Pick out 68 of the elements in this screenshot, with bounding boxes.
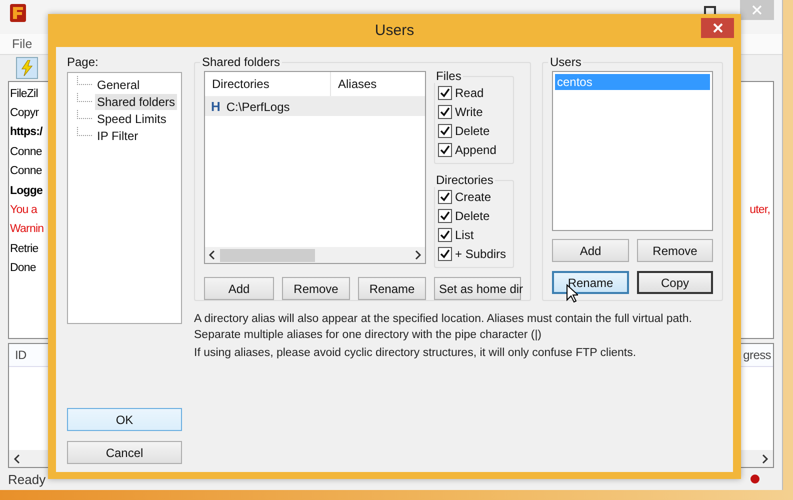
status-icon <box>750 474 760 484</box>
status-text: Ready <box>8 472 46 486</box>
folder-button[interactable]: Add <box>204 277 274 300</box>
checkbox[interactable] <box>438 208 452 222</box>
folder-button[interactable]: Rename <box>358 277 426 300</box>
checkbox[interactable] <box>438 86 452 100</box>
log-line: You a <box>10 204 37 216</box>
log-line: https:/ <box>10 126 42 138</box>
checkbox[interactable] <box>438 190 452 204</box>
scroll-left-icon[interactable] <box>13 454 21 464</box>
log-line: Conne <box>10 146 42 158</box>
checkbox[interactable] <box>438 104 452 118</box>
user-button[interactable]: Copy <box>637 271 713 294</box>
dialog-button[interactable]: Cancel <box>67 441 182 464</box>
checkbox-label: List <box>455 228 474 242</box>
user-button[interactable]: Remove <box>637 239 713 262</box>
checkbox[interactable] <box>438 228 452 242</box>
page-label: Page: <box>67 55 100 69</box>
tree-item[interactable]: IP Filter <box>95 128 140 144</box>
checkbox-label: + Subdirs <box>455 246 506 260</box>
column-header[interactable]: Aliases <box>331 72 377 96</box>
scroll-left-icon[interactable] <box>208 250 216 260</box>
group-title: Files <box>435 69 462 83</box>
scroll-right-icon[interactable] <box>761 454 769 464</box>
group-title: Users <box>549 55 582 69</box>
checkbox-label: Delete <box>455 124 490 138</box>
checkbox-label: Create <box>455 190 492 204</box>
group-title: Shared folders <box>201 55 282 69</box>
tree-item[interactable]: General <box>95 76 142 92</box>
log-line: Logge <box>10 184 42 197</box>
menu-item[interactable]: File <box>12 37 32 51</box>
window-title: Users <box>374 22 414 39</box>
user-button[interactable]: Rename <box>552 271 629 294</box>
checkbox[interactable] <box>438 246 452 260</box>
close-button[interactable] <box>701 18 734 38</box>
checkbox-label: Delete <box>455 208 490 222</box>
log-line: uter, <box>750 204 770 216</box>
close-icon <box>712 23 722 33</box>
log-line: FileZil <box>10 88 38 100</box>
close-icon <box>752 5 762 15</box>
checkbox[interactable] <box>438 124 452 138</box>
tree-item[interactable]: Speed Limits <box>95 110 168 126</box>
log-line: Retrie <box>10 242 38 255</box>
user-button[interactable]: Add <box>552 239 629 262</box>
scroll-right-icon[interactable] <box>414 250 422 260</box>
folder-button[interactable]: Set as home dir <box>434 277 521 300</box>
folder-button[interactable]: Remove <box>282 277 350 300</box>
checkbox-label: Read <box>455 86 484 100</box>
column-header: ID <box>15 348 26 362</box>
group-title: Directories <box>435 173 494 187</box>
folder-path[interactable]: C:\PerfLogs <box>226 100 290 114</box>
log-line: Warnin <box>10 223 44 236</box>
checkbox-label: Write <box>455 104 483 118</box>
dialog-button[interactable]: OK <box>67 408 182 431</box>
help-text: If using aliases, please avoid cyclic directory structures, it will only confuse FTP clients. <box>194 346 638 361</box>
connect-button[interactable] <box>16 57 38 79</box>
scrollbar-thumb[interactable] <box>220 248 315 262</box>
help-text: A directory alias will also appear at the specified location. Aliases must contain the full virtual path. Separate multiple aliases for one directory with the pipe character (|) <box>194 312 693 343</box>
column-header: gress <box>743 348 771 362</box>
app-logo-icon <box>10 4 26 22</box>
home-marker: H <box>211 99 220 114</box>
log-line: Done <box>10 262 36 274</box>
checkbox-label: Append <box>455 142 496 156</box>
log-line: Copyr <box>10 107 39 120</box>
tree-item[interactable]: Shared folders <box>95 94 178 110</box>
checkbox[interactable] <box>438 142 452 156</box>
column-header[interactable]: Directories <box>205 72 331 96</box>
log-line: Conne <box>10 165 42 178</box>
